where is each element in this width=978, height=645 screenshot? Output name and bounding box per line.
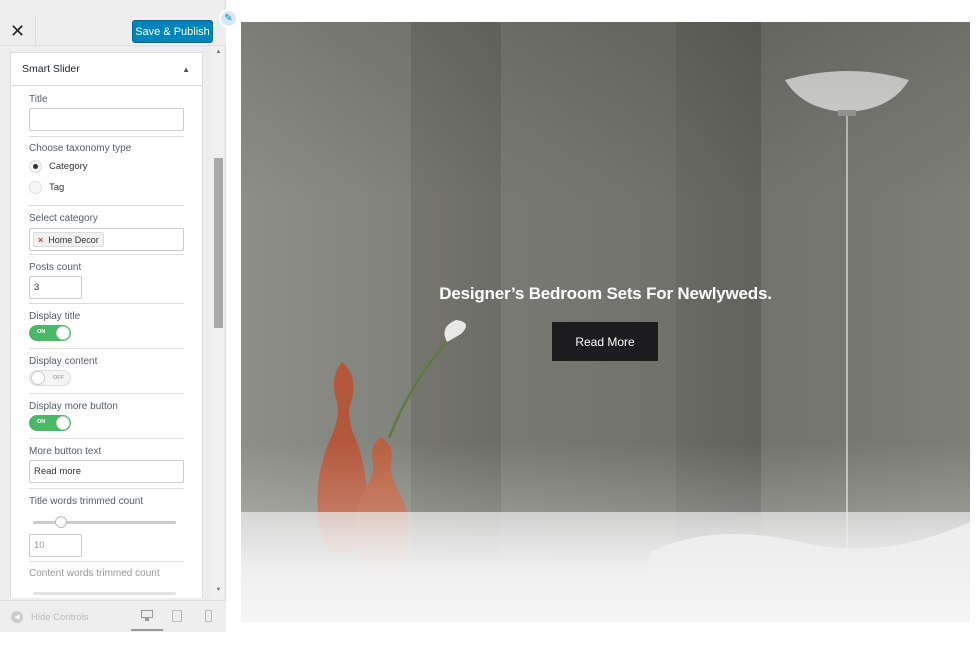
title-trim-label: Title words trimmed count — [29, 496, 144, 507]
radio-tag[interactable]: Tag — [29, 177, 184, 197]
divider — [29, 438, 184, 439]
content-trim-slider[interactable] — [33, 592, 176, 595]
display-title-toggle[interactable]: ON — [29, 325, 71, 341]
more-text-label: More button text — [29, 446, 102, 457]
desktop-preview-icon[interactable] — [141, 610, 153, 622]
taxonomy-label: Choose taxonomy type — [29, 143, 132, 154]
toggle-knob — [31, 371, 45, 385]
toggle-state-text: ON — [37, 329, 46, 335]
section-title[interactable]: Smart Slider ▲ — [10, 52, 203, 86]
divider — [29, 393, 184, 394]
category-label: Select category — [29, 213, 98, 224]
toggle-knob — [56, 416, 70, 430]
display-more-label: Display more button — [29, 401, 118, 412]
radio-category[interactable]: Category — [29, 156, 184, 176]
more-text-input[interactable] — [29, 460, 184, 483]
save-publish-button[interactable]: Save & Publish — [132, 20, 213, 43]
scrollbar[interactable]: ▲ ▼ — [213, 46, 224, 598]
toggle-state-text: OFF — [53, 375, 64, 381]
radio-checked-icon[interactable] — [29, 159, 42, 173]
radio-unchecked-icon[interactable] — [29, 180, 42, 194]
radio-tag-label: Tag — [49, 181, 65, 193]
category-tag-label: Home Decor — [48, 234, 99, 245]
mobile-preview-icon[interactable] — [205, 610, 212, 622]
caret-up-icon[interactable]: ▲ — [182, 65, 190, 74]
divider — [29, 561, 184, 562]
category-tag: × Home Decor — [33, 232, 104, 247]
hide-controls-button[interactable]: ◀ Hide Controls — [11, 611, 89, 623]
section-title-label: Smart Slider — [22, 63, 80, 75]
title-label: Title — [29, 94, 48, 105]
category-select[interactable]: × Home Decor — [29, 228, 184, 251]
title-trim-slider-thumb[interactable] — [55, 516, 67, 528]
divider — [29, 303, 184, 304]
hide-controls-label: Hide Controls — [31, 611, 89, 623]
toggle-state-text: ON — [37, 419, 46, 425]
scroll-up-icon[interactable]: ▲ — [214, 49, 223, 55]
slide-title: Designer’s Bedroom Sets For Newlyweds. — [439, 284, 772, 303]
tablet-preview-icon[interactable] — [172, 610, 182, 622]
edit-shortcut-icon[interactable]: ✎ — [219, 9, 238, 28]
remove-tag-icon[interactable]: × — [38, 235, 43, 245]
customizer-sidebar: ✕ Save & Publish ✎ Smart Slider ▲ Title … — [0, 0, 238, 632]
divider — [29, 136, 184, 137]
display-content-label: Display content — [29, 356, 98, 367]
collapse-icon: ◀ — [11, 611, 23, 623]
section-panel: Title Choose taxonomy type Category Tag … — [10, 86, 203, 598]
divider — [29, 348, 184, 349]
display-more-toggle[interactable]: ON — [29, 415, 71, 431]
customizer-header: ✕ Save & Publish — [0, 16, 226, 46]
title-input[interactable] — [29, 108, 184, 131]
divider — [29, 488, 184, 489]
close-icon[interactable]: ✕ — [0, 16, 36, 46]
scrollbar-thumb[interactable] — [214, 158, 223, 328]
scroll-down-icon[interactable]: ▼ — [214, 587, 223, 593]
title-trim-input[interactable] — [29, 534, 82, 557]
display-content-toggle[interactable]: OFF — [29, 370, 71, 386]
toggle-knob — [56, 326, 70, 340]
site-preview: Designer’s Bedroom Sets For Newlyweds. R… — [241, 22, 970, 622]
content-trim-label: Content words trimmed count — [29, 568, 160, 579]
active-device-indicator — [131, 629, 163, 631]
display-title-label: Display title — [29, 311, 81, 322]
posts-count-label: Posts count — [29, 262, 82, 273]
customizer-footer: ◀ Hide Controls — [0, 600, 226, 632]
divider — [29, 205, 184, 206]
read-more-button[interactable]: Read More — [552, 322, 658, 361]
posts-count-input[interactable] — [29, 276, 82, 299]
radio-category-label: Category — [49, 160, 88, 172]
divider — [29, 254, 184, 255]
